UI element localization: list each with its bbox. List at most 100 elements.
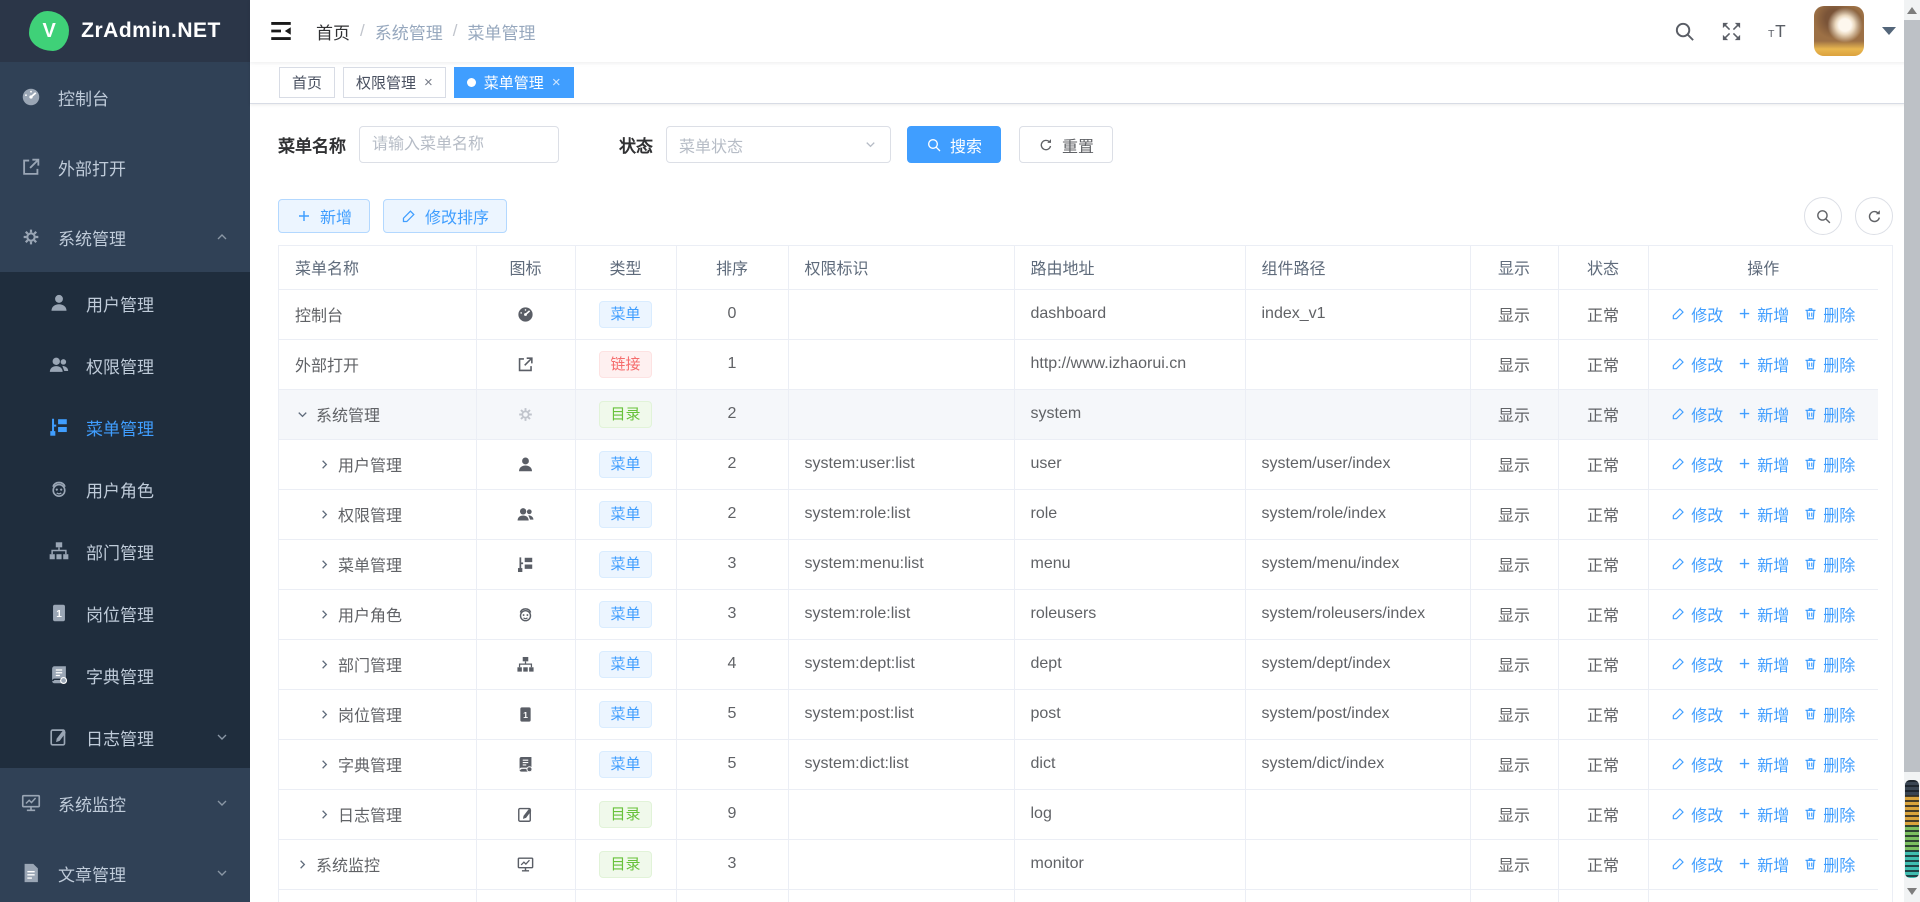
- delete-row-link[interactable]: 删除: [1803, 852, 1855, 876]
- edit-row-link[interactable]: 修改: [1671, 602, 1723, 626]
- menu-name-input[interactable]: [359, 126, 559, 163]
- edit-sort-button[interactable]: 修改排序: [383, 199, 507, 233]
- delete-row-link-label: 删除: [1823, 702, 1855, 726]
- chevron-right-icon[interactable]: [317, 657, 332, 672]
- edit-row-link[interactable]: 修改: [1671, 452, 1723, 476]
- delete-row-link[interactable]: 删除: [1803, 352, 1855, 376]
- page-scrollbar[interactable]: [1904, 0, 1920, 902]
- chevron-right-icon[interactable]: [317, 607, 332, 622]
- edit-row-link[interactable]: 修改: [1671, 402, 1723, 426]
- user-avatar[interactable]: [1814, 6, 1864, 56]
- edit-row-link[interactable]: 修改: [1671, 702, 1723, 726]
- sidebar-item[interactable]: 用户管理: [0, 272, 250, 334]
- edit-row-link[interactable]: 修改: [1671, 352, 1723, 376]
- menu-name-text: 控制台: [295, 302, 343, 326]
- cell-operations: 修改新增删除: [1648, 639, 1878, 689]
- delete-row-link[interactable]: 删除: [1803, 752, 1855, 776]
- sidebar-item[interactable]: 控制台: [0, 62, 250, 132]
- scroll-down-icon[interactable]: [1907, 888, 1917, 895]
- sidebar-item[interactable]: 系统监控: [0, 768, 250, 838]
- add-child-link[interactable]: 新增: [1737, 852, 1789, 876]
- sidebar-item[interactable]: 系统管理: [0, 202, 250, 272]
- table-search-toggle-button[interactable]: [1804, 197, 1842, 235]
- delete-row-link[interactable]: 删除: [1803, 502, 1855, 526]
- delete-row-link[interactable]: 删除: [1803, 452, 1855, 476]
- sidebar-item[interactable]: 文章管理: [0, 838, 250, 902]
- delete-row-link[interactable]: 删除: [1803, 602, 1855, 626]
- post-badge-icon: 1: [516, 705, 535, 724]
- edit-row-link-label: 修改: [1691, 702, 1723, 726]
- sidebar-item[interactable]: 日志管理: [0, 706, 250, 768]
- scrollbar-thumb[interactable]: [1904, 20, 1920, 772]
- tab[interactable]: 权限管理×: [343, 67, 446, 98]
- fullscreen-icon[interactable]: [1720, 20, 1743, 43]
- add-child-link[interactable]: 新增: [1737, 752, 1789, 776]
- delete-row-link[interactable]: 删除: [1803, 802, 1855, 826]
- delete-row-link[interactable]: 删除: [1803, 552, 1855, 576]
- edit-row-link[interactable]: 修改: [1671, 552, 1723, 576]
- font-size-icon[interactable]: TT: [1767, 20, 1790, 43]
- edit-row-link[interactable]: 修改: [1671, 652, 1723, 676]
- cell-empty: [788, 889, 1014, 902]
- page-content: 菜单名称 状态 菜单状态 搜索 重置: [250, 104, 1920, 902]
- reset-button[interactable]: 重置: [1019, 126, 1113, 163]
- add-child-link[interactable]: 新增: [1737, 502, 1789, 526]
- add-child-link-label: 新增: [1757, 302, 1789, 326]
- scroll-up-icon[interactable]: [1907, 7, 1917, 14]
- add-child-link[interactable]: 新增: [1737, 452, 1789, 476]
- edit-row-link[interactable]: 修改: [1671, 752, 1723, 776]
- chevron-right-icon[interactable]: [317, 557, 332, 572]
- edit-row-link[interactable]: 修改: [1671, 502, 1723, 526]
- sidebar-item[interactable]: 权限管理: [0, 334, 250, 396]
- app-logo[interactable]: V ZrAdmin.NET: [0, 0, 250, 62]
- menu-status-select[interactable]: 菜单状态: [666, 126, 891, 163]
- table-refresh-button[interactable]: [1855, 197, 1893, 235]
- tab[interactable]: 首页: [279, 67, 335, 98]
- cell-menu-type: 菜单: [575, 589, 676, 639]
- add-child-link[interactable]: 新增: [1737, 602, 1789, 626]
- edit-row-link[interactable]: 修改: [1671, 302, 1723, 326]
- tab[interactable]: 菜单管理×: [454, 67, 574, 98]
- search-icon[interactable]: [1673, 20, 1696, 43]
- search-button[interactable]: 搜索: [907, 126, 1001, 163]
- chevron-down-icon[interactable]: [295, 407, 310, 422]
- table-row: 岗位管理1菜单5system:post:listpostsystem/post/…: [279, 689, 1878, 739]
- tab-close-icon[interactable]: ×: [424, 75, 433, 90]
- delete-row-link[interactable]: 删除: [1803, 302, 1855, 326]
- sidebar-item[interactable]: 菜单管理: [0, 396, 250, 458]
- chevron-right-icon[interactable]: [317, 757, 332, 772]
- add-child-link[interactable]: 新增: [1737, 402, 1789, 426]
- column-header-type: 类型: [575, 246, 676, 289]
- edit-row-link-label: 修改: [1691, 852, 1723, 876]
- sidebar-item[interactable]: 外部打开: [0, 132, 250, 202]
- chevron-right-icon[interactable]: [317, 707, 332, 722]
- delete-row-link[interactable]: 删除: [1803, 702, 1855, 726]
- edit-row-link[interactable]: 修改: [1671, 852, 1723, 876]
- sidebar-item[interactable]: 1岗位管理: [0, 582, 250, 644]
- sidebar-item[interactable]: 部门管理: [0, 520, 250, 582]
- chevron-right-icon[interactable]: [317, 507, 332, 522]
- sidebar-item[interactable]: 字典管理: [0, 644, 250, 706]
- chevron-right-icon[interactable]: [317, 457, 332, 472]
- hamburger-icon[interactable]: [268, 18, 294, 44]
- delete-row-link[interactable]: 删除: [1803, 402, 1855, 426]
- edit-row-link[interactable]: 修改: [1671, 802, 1723, 826]
- chevron-right-icon[interactable]: [295, 857, 310, 872]
- breadcrumb-item[interactable]: 首页: [316, 19, 350, 44]
- user-menu-caret-icon[interactable]: [1882, 27, 1896, 35]
- add-child-link[interactable]: 新增: [1737, 352, 1789, 376]
- delete-row-link[interactable]: 删除: [1803, 652, 1855, 676]
- add-child-link[interactable]: 新增: [1737, 552, 1789, 576]
- tab-close-icon[interactable]: ×: [552, 75, 561, 90]
- table-row: 控制台菜单0dashboardindex_v1显示正常修改新增删除: [279, 289, 1878, 339]
- add-child-link[interactable]: 新增: [1737, 652, 1789, 676]
- sidebar-item-label: 文章管理: [58, 861, 214, 886]
- sidebar-item[interactable]: 用户角色: [0, 458, 250, 520]
- trash-icon: [1803, 606, 1818, 621]
- add-child-link[interactable]: 新增: [1737, 302, 1789, 326]
- add-child-link[interactable]: 新增: [1737, 702, 1789, 726]
- add-button[interactable]: 新增: [278, 199, 370, 233]
- menu-type-badge: 菜单: [599, 751, 651, 778]
- add-child-link[interactable]: 新增: [1737, 802, 1789, 826]
- chevron-right-icon[interactable]: [317, 807, 332, 822]
